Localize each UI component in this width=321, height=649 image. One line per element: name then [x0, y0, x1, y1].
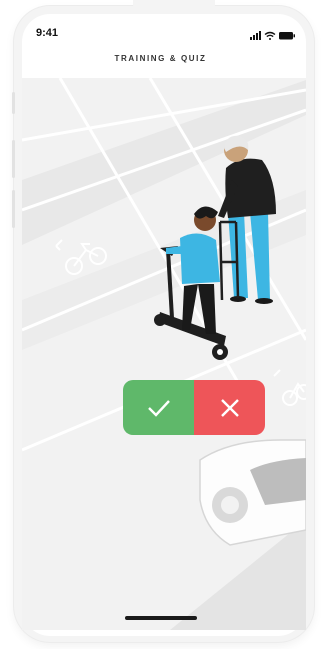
status-time: 9:41	[36, 27, 59, 39]
check-icon	[147, 399, 170, 417]
answer-buttons	[123, 380, 265, 435]
home-indicator	[125, 616, 197, 620]
battery-icon	[279, 32, 295, 40]
wrong-answer-button[interactable]	[194, 380, 265, 435]
status-icons	[250, 28, 296, 46]
correct-answer-button[interactable]	[123, 380, 194, 435]
car-illustration	[199, 439, 306, 546]
signal-icon	[250, 31, 261, 40]
close-icon	[220, 398, 239, 417]
street-scene-illustration	[22, 78, 306, 630]
wifi-icon	[264, 31, 276, 40]
page-title: TRAINING & QUIZ	[114, 54, 207, 63]
